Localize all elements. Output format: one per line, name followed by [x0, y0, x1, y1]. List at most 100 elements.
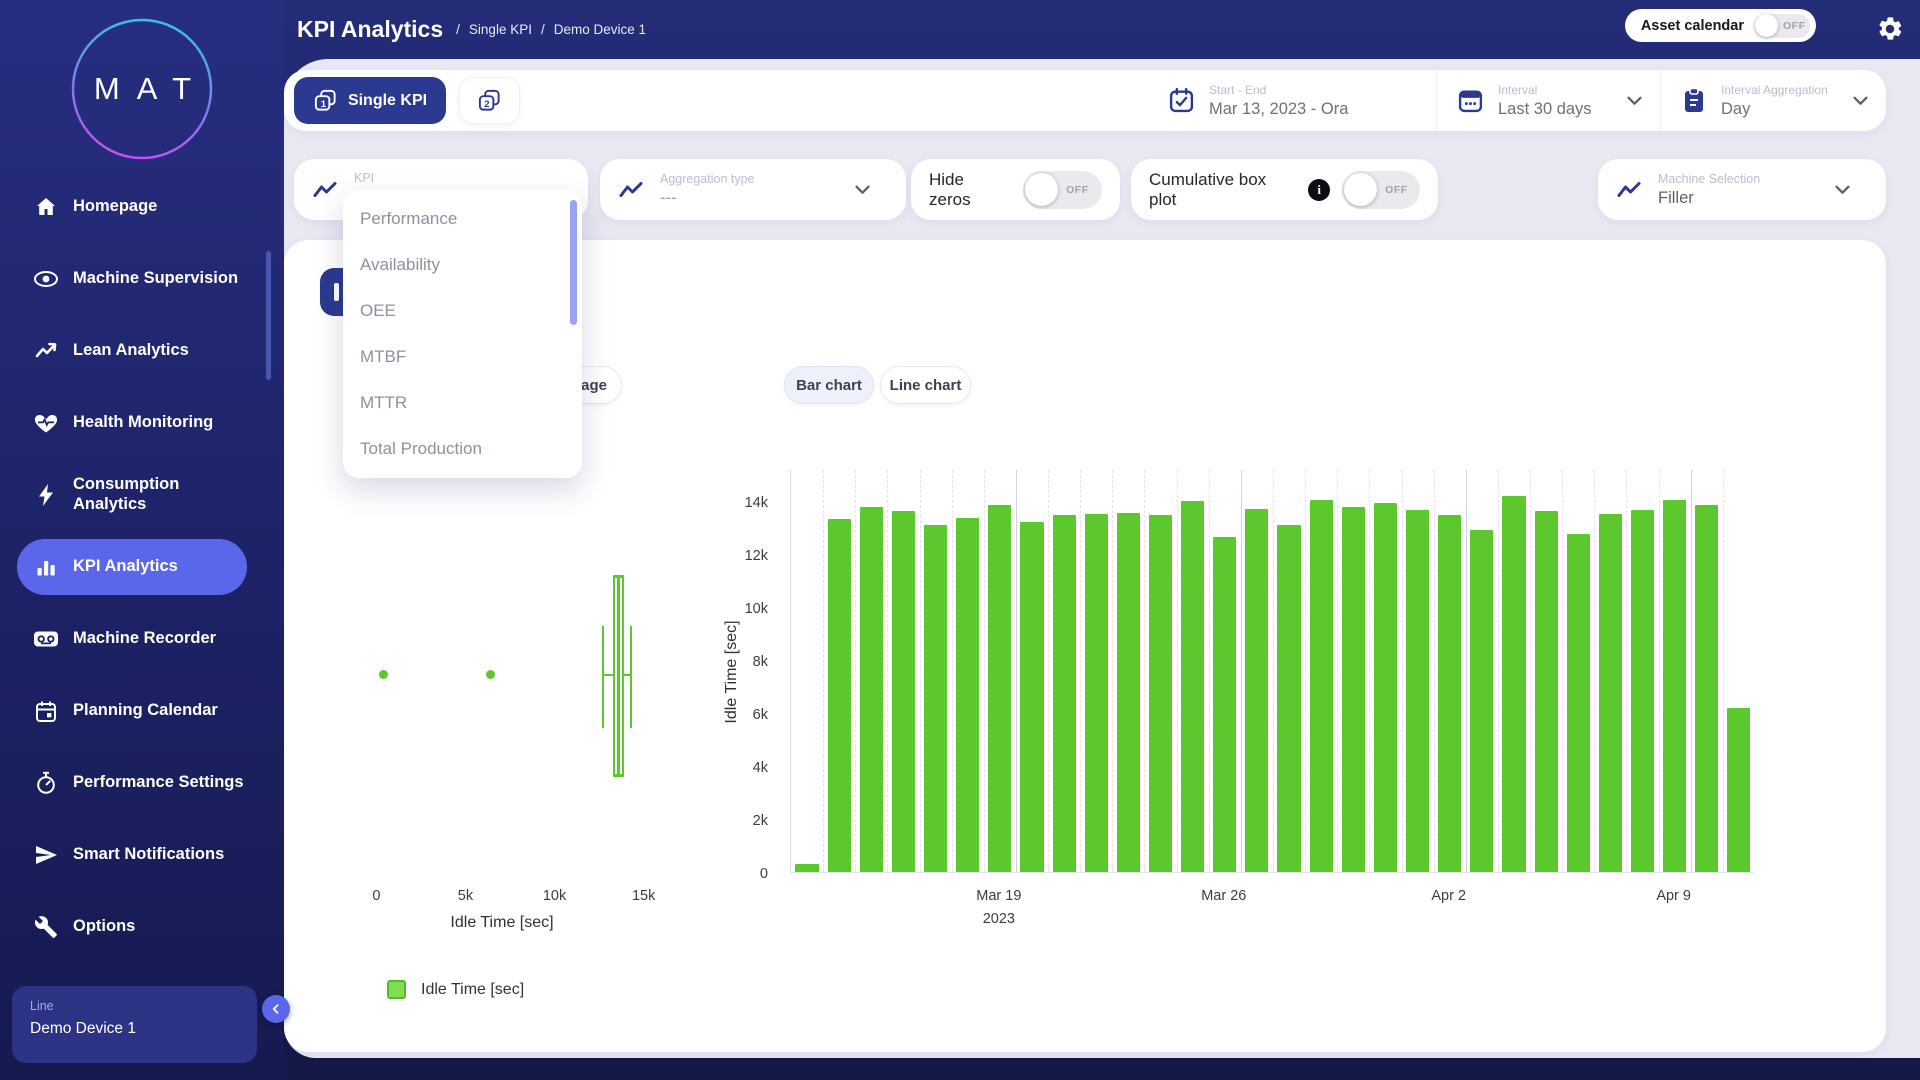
gridline-vertical — [1434, 470, 1435, 872]
breadcrumb-device[interactable]: Demo Device 1 — [554, 22, 646, 37]
asset-calendar-toggle[interactable]: Asset calendar OFF — [1625, 9, 1816, 42]
sidebar-item-kpi-analytics[interactable]: KPI Analytics — [17, 539, 247, 595]
aggregation-trend-icon — [618, 179, 644, 201]
line-chart-button[interactable]: Line chart — [880, 366, 971, 404]
cumulative-box-plot-control: Cumulative box plot i OFF — [1131, 159, 1438, 220]
sidebar-item-machine-supervision[interactable]: Machine Supervision — [17, 251, 247, 307]
info-icon[interactable]: i — [1308, 179, 1330, 201]
asset-calendar-switch[interactable]: OFF — [1754, 14, 1810, 38]
sidebar-item-planning-calendar[interactable]: Planning Calendar — [17, 683, 247, 739]
hidden-label-fragment — [334, 283, 339, 301]
legend-color-swatch — [387, 980, 406, 999]
bar — [924, 525, 947, 872]
hide-zeros-switch[interactable]: OFF — [1023, 171, 1102, 209]
sidebar-item-health-monitoring[interactable]: Health Monitoring — [17, 395, 247, 451]
gridline-vertical — [1337, 470, 1338, 872]
sidebar-nav: Homepage Machine Supervision Lean Analyt… — [0, 179, 284, 971]
stopwatch-icon — [33, 771, 59, 795]
gridline-vertical — [1016, 470, 1017, 872]
eye-icon — [33, 269, 59, 289]
kpi-option-mttr[interactable]: MTTR — [343, 380, 582, 426]
gridline-vertical — [1305, 470, 1306, 872]
sidebar-item-lean-analytics[interactable]: Lean Analytics — [17, 323, 247, 379]
box-outlier-dot — [486, 670, 495, 679]
sidebar-item-homepage[interactable]: Homepage — [17, 179, 247, 235]
sidebar-collapse-button[interactable] — [262, 995, 290, 1023]
chevron-down-icon — [1853, 96, 1868, 106]
calendar-check-icon — [1168, 87, 1195, 114]
kpi-trend-icon — [312, 179, 338, 201]
kpi-option-oee[interactable]: OEE — [343, 288, 582, 334]
kpi-dropdown-menu: Performance Availability OEE MTBF MTTR T… — [343, 190, 582, 478]
bar-chart-button[interactable]: Bar chart — [784, 366, 874, 404]
dropdown-scrollbar-thumb[interactable] — [570, 200, 577, 325]
single-kpi-icon: 1 — [313, 88, 338, 113]
single-kpi-tab[interactable]: 1 Single KPI — [294, 77, 446, 124]
bar — [892, 511, 915, 872]
gridline-vertical — [1626, 470, 1627, 872]
gridline-vertical — [823, 470, 824, 872]
bar — [828, 519, 851, 872]
bar — [1149, 515, 1172, 872]
box-whisker-cap-min — [602, 626, 604, 728]
page-title: KPI Analytics — [297, 16, 443, 43]
bar — [1053, 515, 1076, 872]
svg-text:1: 1 — [321, 99, 327, 110]
legend-label: Idle Time [sec] — [421, 981, 524, 999]
kpi-option-performance[interactable]: Performance — [343, 196, 582, 242]
sidebar-item-smart-notifications[interactable]: Smart Notifications — [17, 827, 247, 883]
bar — [1117, 513, 1140, 872]
kpi-option-mtbf[interactable]: MTBF — [343, 334, 582, 380]
bar-y-tick: 10k — [745, 601, 768, 617]
sidebar-item-machine-recorder[interactable]: Machine Recorder — [17, 611, 247, 667]
bar — [1245, 509, 1268, 872]
logo-text: MAT — [94, 71, 208, 107]
bar — [1727, 708, 1750, 872]
sidebar-scrollbar-thumb[interactable] — [266, 251, 271, 380]
breadcrumb-separator: / — [541, 22, 545, 37]
bar — [860, 507, 883, 872]
interval-select[interactable]: Interval Last 30 days — [1436, 70, 1660, 131]
svg-text:2: 2 — [484, 99, 489, 110]
kpi-option-total-production[interactable]: Total Production — [343, 426, 582, 472]
bolt-icon — [33, 483, 59, 507]
chart-legend: Idle Time [sec] — [387, 980, 524, 999]
cumulative-box-plot-switch[interactable]: OFF — [1342, 171, 1420, 209]
gridline-vertical — [1402, 470, 1403, 872]
bar — [1438, 515, 1461, 872]
multi-kpi-tab[interactable]: 2 — [459, 77, 520, 124]
sidebar-item-options[interactable]: Options — [17, 899, 247, 955]
gridline-vertical — [1112, 470, 1113, 872]
gridline-vertical — [855, 470, 856, 872]
gridline-vertical — [1562, 470, 1563, 872]
gridline-vertical — [1241, 470, 1242, 872]
bar-y-tick: 4k — [753, 760, 768, 776]
bar — [1085, 514, 1108, 872]
sidebar-item-consumption-analytics[interactable]: Consumption Analytics — [17, 467, 247, 523]
gridline-vertical — [1723, 470, 1724, 872]
bar — [1663, 500, 1686, 873]
top-header: KPI Analytics / Single KPI / Demo Device… — [284, 0, 1920, 59]
bar-y-tick: 14k — [745, 495, 768, 511]
device-selector-card[interactable]: Line Demo Device 1 — [12, 986, 257, 1063]
machine-selection-select[interactable]: Machine Selection Filler — [1598, 159, 1886, 220]
bar-x-tick: Mar 26 — [1201, 885, 1246, 908]
sidebar-item-performance-settings[interactable]: Performance Settings — [17, 755, 247, 811]
bar — [956, 518, 979, 872]
gridline-vertical — [1594, 470, 1595, 872]
kpi-option-availability[interactable]: Availability — [343, 242, 582, 288]
gridline-vertical — [1498, 470, 1499, 872]
interval-aggregation-select[interactable]: Interval Aggregation Day — [1660, 70, 1886, 131]
box-median-line — [617, 578, 620, 774]
device-type-label: Line — [30, 999, 239, 1013]
box-x-tick: 5k — [458, 888, 473, 904]
bar-y-tick: 2k — [753, 813, 768, 829]
settings-gear-icon[interactable] — [1876, 15, 1904, 43]
gridline-vertical — [1691, 470, 1692, 872]
gridline-vertical — [1048, 470, 1049, 872]
bar-y-tick: 12k — [745, 548, 768, 564]
toggle-knob — [1344, 173, 1377, 206]
start-end-picker[interactable]: Start - End Mar 13, 2023 - Ora — [1148, 70, 1436, 131]
breadcrumb-single-kpi[interactable]: Single KPI — [469, 22, 532, 37]
aggregation-type-select[interactable]: Aggregation type --- — [600, 159, 906, 220]
